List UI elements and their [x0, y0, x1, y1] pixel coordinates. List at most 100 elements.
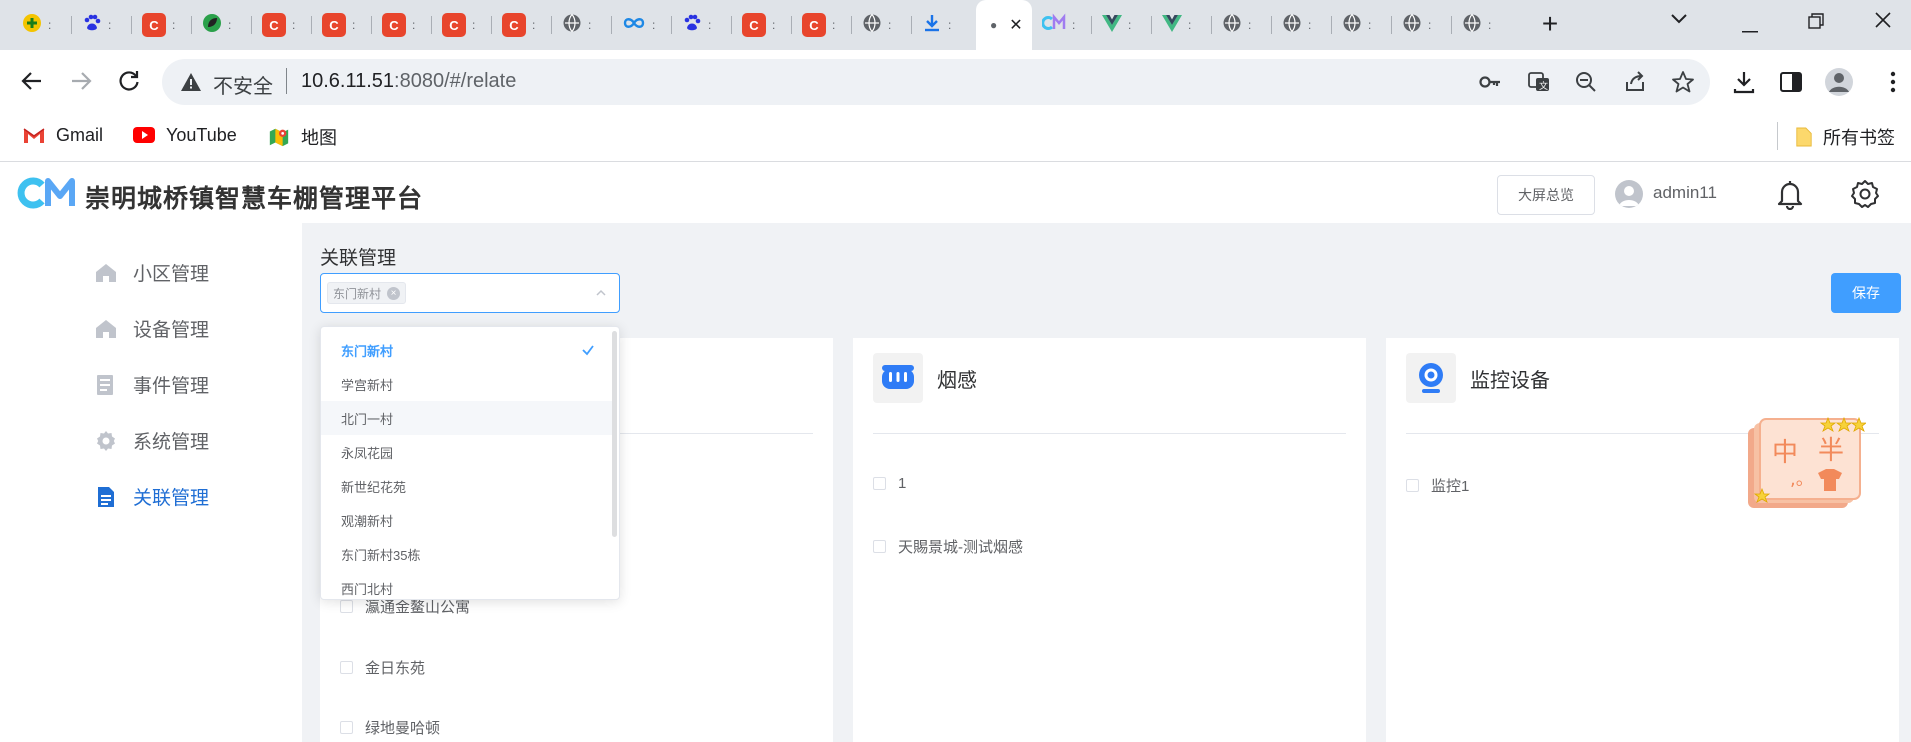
dropdown-option[interactable]: 东门新村: [321, 333, 613, 367]
tab-separator: [611, 16, 612, 34]
url-host: 10.6.11.51: [301, 70, 395, 92]
settings-gear-icon[interactable]: [1849, 178, 1881, 210]
browser-tab[interactable]: C:: [442, 8, 475, 42]
chevron-up-icon[interactable]: [595, 287, 607, 299]
community-checkbox[interactable]: 金日东苑: [340, 657, 425, 678]
insecure-label[interactable]: 不安全: [213, 70, 273, 99]
tab-close-dot-icon: :: [172, 18, 176, 32]
browser-tab[interactable]: :: [1462, 8, 1491, 42]
community-checkbox[interactable]: 绿地曼哈顿: [340, 717, 440, 738]
warning-icon[interactable]: [180, 71, 202, 93]
browser-tab[interactable]: C:: [322, 8, 355, 42]
minimize-icon[interactable]: [1742, 20, 1758, 38]
all-bookmarks[interactable]: 所有书签: [1795, 124, 1895, 150]
browser-tab[interactable]: :: [1162, 8, 1191, 42]
browser-tab[interactable]: :: [22, 8, 51, 42]
save-button[interactable]: 保存: [1831, 273, 1901, 313]
dropdown-scrollbar[interactable]: [612, 331, 617, 537]
dropdown-option[interactable]: 永凤花园: [321, 435, 613, 469]
dropdown-option[interactable]: 新世纪花苑: [321, 469, 613, 503]
selected-tag[interactable]: 东门新村 ×: [327, 282, 407, 304]
close-window-icon[interactable]: [1875, 12, 1891, 33]
tag-close-icon[interactable]: ×: [387, 286, 401, 300]
tab-separator: [491, 16, 492, 34]
browser-tab[interactable]: :: [922, 8, 951, 42]
browser-tab[interactable]: :: [1342, 8, 1371, 42]
browser-tab[interactable]: :: [682, 8, 711, 42]
browser-tab[interactable]: :: [1102, 8, 1131, 42]
browser-menu-icon[interactable]: [1880, 69, 1906, 95]
key-icon[interactable]: [1478, 70, 1502, 94]
sidebar-item-events[interactable]: 事件管理: [95, 371, 209, 398]
browser-tab[interactable]: :: [622, 8, 655, 42]
zoom-out-icon[interactable]: [1574, 70, 1598, 94]
bookmark-maps[interactable]: 地图: [267, 124, 337, 150]
new-tab-button[interactable]: +: [1535, 10, 1565, 40]
tab-separator: [371, 16, 372, 34]
sidebar-item-system[interactable]: 系统管理: [95, 427, 209, 454]
sidebar-item-relation[interactable]: 关联管理: [95, 483, 209, 510]
avatar[interactable]: [1615, 180, 1643, 208]
checkbox[interactable]: [340, 721, 353, 734]
back-icon[interactable]: [19, 68, 47, 96]
svg-text:,。: ,。: [1790, 469, 1814, 490]
camera-checkbox[interactable]: 监控1: [1406, 475, 1469, 496]
tab-favicon-icon: [1041, 13, 1066, 38]
tab-close-dot-icon: :: [352, 18, 356, 32]
tab-separator: [431, 16, 432, 34]
browser-tab[interactable]: :: [82, 8, 111, 42]
close-tab-icon[interactable]: ✕: [1009, 15, 1022, 35]
browser-tab[interactable]: C:: [742, 8, 775, 42]
ime-floating-widget-icon[interactable]: 中 半 ,。: [1748, 415, 1866, 515]
browser-tab[interactable]: :: [862, 8, 891, 42]
dropdown-option[interactable]: 西门北村: [321, 571, 613, 599]
bigscreen-overview-button[interactable]: 大屏总览: [1497, 175, 1595, 215]
checkbox[interactable]: [1406, 479, 1419, 492]
checkbox[interactable]: [340, 600, 353, 613]
url-text[interactable]: 10.6.11.51:8080/#/relate: [301, 70, 516, 93]
app-logo[interactable]: [16, 176, 78, 210]
sidebar-item-devices[interactable]: 设备管理: [95, 315, 209, 342]
community-select[interactable]: 东门新村 ×: [320, 273, 620, 313]
bell-icon[interactable]: [1775, 178, 1805, 211]
tab-search-icon[interactable]: [1670, 12, 1688, 30]
bookmark-youtube[interactable]: YouTube: [132, 124, 237, 146]
restore-icon[interactable]: [1808, 13, 1824, 34]
reload-icon[interactable]: [116, 68, 144, 96]
tab-favicon-icon: [1282, 13, 1302, 38]
forward-icon[interactable]: [68, 68, 96, 96]
browser-tab[interactable]: C:: [802, 8, 835, 42]
bookmark-gmail[interactable]: Gmail: [22, 124, 103, 146]
browser-tab[interactable]: ● ✕: [976, 0, 1032, 50]
translate-icon[interactable]: 文: [1527, 70, 1551, 94]
browser-tab[interactable]: C:: [502, 8, 535, 42]
side-panel-icon[interactable]: [1778, 69, 1804, 95]
browser-tab[interactable]: :: [1402, 8, 1431, 42]
dropdown-option[interactable]: 学宫新村: [321, 367, 613, 401]
browser-tab[interactable]: :: [202, 8, 231, 42]
checkbox[interactable]: [340, 661, 353, 674]
browser-tab[interactable]: C:: [142, 8, 175, 42]
smoke-checkbox[interactable]: 天賜景城-测试烟感: [873, 536, 1023, 557]
bookmark-star-icon[interactable]: [1671, 70, 1695, 94]
sidebar-item-community[interactable]: 小区管理: [95, 259, 209, 286]
tab-close-dot-icon: :: [108, 18, 112, 32]
browser-tab[interactable]: :: [1282, 8, 1311, 42]
profile-icon[interactable]: [1824, 67, 1854, 97]
checkbox[interactable]: [873, 477, 886, 490]
checkbox[interactable]: [873, 540, 886, 553]
browser-tab[interactable]: :: [562, 8, 591, 42]
browser-tab[interactable]: C:: [382, 8, 415, 42]
username[interactable]: admin11: [1653, 183, 1717, 203]
dropdown-option[interactable]: 东门新村35栋: [321, 537, 613, 571]
share-icon[interactable]: [1623, 70, 1647, 94]
smoke-checkbox[interactable]: 1: [873, 475, 906, 492]
dropdown-option[interactable]: 北门一村: [321, 401, 613, 435]
dropdown-option[interactable]: 观潮新村: [321, 503, 613, 537]
cm-logo-icon: [17, 177, 75, 209]
downloads-icon[interactable]: [1731, 69, 1757, 95]
browser-tab[interactable]: C:: [262, 8, 295, 42]
browser-tab[interactable]: :: [1041, 8, 1075, 42]
list-icon: [97, 374, 113, 395]
browser-tab[interactable]: :: [1222, 8, 1251, 42]
